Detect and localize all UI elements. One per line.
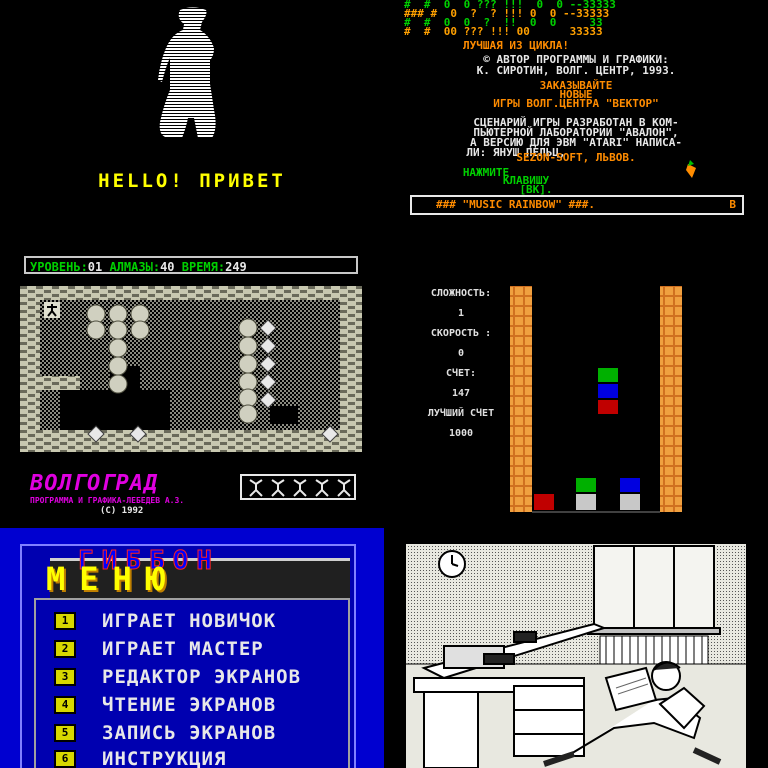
diamonds-value: 40 — [160, 260, 175, 274]
menu-number-box: 6 — [54, 750, 76, 768]
stack-block — [576, 494, 596, 510]
falling-piece-green — [598, 368, 618, 382]
diamonds-label: АЛМАЗЫ: — [109, 260, 161, 274]
falling-piece-blue — [598, 384, 618, 398]
wall-clock-icon — [438, 550, 466, 578]
author-text: К. СИРОТИН, ВОЛГ. ЦЕНТР, 1993. — [476, 64, 676, 77]
panel-credits-screen: # # 0 0 ??? !!! 0 0 --33333 ### # 0 ? ? … — [384, 0, 768, 256]
stack-block — [576, 478, 596, 492]
menu-item-label: ИГРАЕТ НОВИЧОК — [102, 610, 277, 632]
window — [587, 545, 721, 635]
panel-office-illustration — [384, 528, 768, 768]
press-key-text: [ВК]. — [519, 183, 553, 196]
level-label: УРОВЕНЬ: — [30, 260, 88, 274]
well — [510, 286, 682, 513]
menu-item-label: РЕДАКТОР ЭКРАНОВ — [102, 666, 302, 688]
panel-columns-game: СЛОЖНОСТЬ: 1 СКОРОСТЬ : 0 СЧЕТ: 147 ЛУЧШ… — [384, 256, 768, 528]
menu-number-box: 2 — [54, 640, 76, 658]
lives-icons — [249, 479, 351, 497]
lives-box — [240, 474, 356, 500]
menu-item-label: ИНСТРУКЦИЯ — [102, 748, 227, 768]
credits-text: ПРОГРАММА И ГРАФИКА-ЛЕБЕДЕВ А.З. — [30, 496, 185, 505]
music-bar: ### "MUSIC RAINBOW" ###. B — [410, 195, 744, 215]
menu-number-box: 4 — [54, 696, 76, 714]
menu-number-box: 3 — [54, 668, 76, 686]
stack-block — [534, 494, 554, 510]
music-letter: B — [729, 198, 736, 211]
falling-piece-red — [598, 400, 618, 414]
stack-block — [620, 478, 640, 492]
radiator — [599, 635, 709, 665]
menu-item-label: ИГРАЕТ МАСТЕР — [102, 638, 264, 660]
time-value: 249 — [225, 260, 247, 274]
best-of-cycle-text: ЛУЧШАЯ ИЗ ЦИКЛА! — [463, 39, 569, 52]
menu-number-box: 1 — [54, 612, 76, 630]
hud-bar: УРОВЕНЬ:01 АЛМАЗЫ:40 ВРЕМЯ:249 — [24, 256, 358, 274]
title-main-text: МЕНЮ — [46, 560, 180, 598]
menu-number-box: 5 — [54, 724, 76, 742]
figure-silhouette — [158, 7, 216, 139]
menu-item-label: ЧТЕНИЕ ЭКРАНОВ — [102, 694, 277, 716]
carrot-icon — [686, 160, 696, 178]
panel-hello-screen: HELLO! ПРИВЕТ — [0, 0, 384, 256]
player-icon — [44, 302, 60, 318]
order-text: ИГРЫ ВОЛГ.ЦЕНТРА "ВЕКТОР" — [493, 97, 659, 110]
time-label: ВРЕМЯ: — [181, 260, 226, 274]
menu-item-label: ЗАПИСЬ ЭКРАНОВ — [102, 722, 277, 744]
level-value: 01 — [87, 260, 103, 274]
city-logo-text: ВОЛГОГРАД — [30, 471, 159, 496]
greeting-text: HELLO! ПРИВЕТ — [98, 170, 286, 192]
panel-maze-game: УРОВЕНЬ:01 АЛМАЗЫ:40 ВРЕМЯ:249 ВОЛГОГРАД… — [0, 256, 384, 528]
title-pattern-line: # # 00 ??? !!! 00 33333 — [404, 25, 603, 38]
office-scene — [406, 544, 746, 768]
sezon-text: SEZON-SOFT, ЛЬВОВ. — [516, 151, 636, 164]
stack-block — [620, 494, 640, 510]
year-text: (C) 1992 — [100, 506, 144, 516]
maze-field — [20, 286, 362, 452]
panel-gibbon-menu: ГИББОН МЕНЮ 1 ИГРАЕТ НОВИЧОК 2 ИГРАЕТ МА… — [0, 528, 384, 768]
music-title: ### "MUSIC RAINBOW" ###. — [436, 198, 595, 211]
